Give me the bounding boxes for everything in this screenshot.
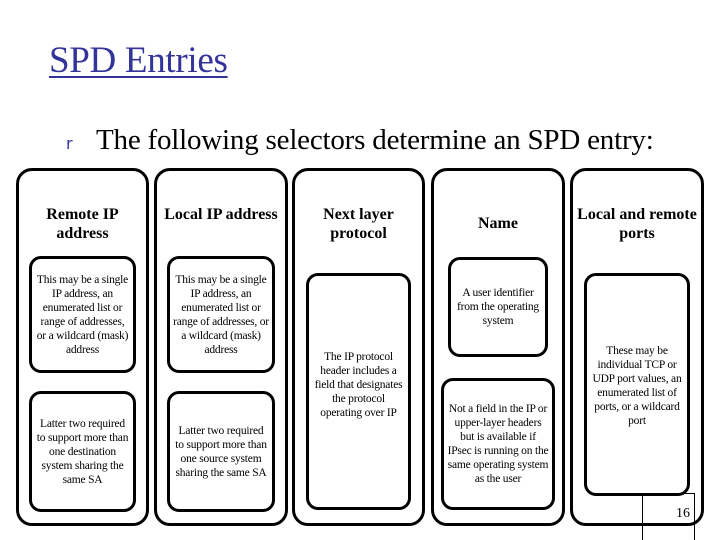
note-box: The IP protocol header includes a field … [306,273,411,510]
note-box: A user identifier from the operating sys… [448,257,548,357]
note-box: This may be a single IP address, an enum… [167,256,275,373]
column-heading: Remote IP address [46,206,119,242]
note-box: Latter two required to support more than… [167,391,275,512]
column-heading: Local and remote ports [577,206,697,242]
column-heading: Next layer protocol [323,206,394,242]
note-box: Not a field in the IP or upper-layer hea… [441,378,555,510]
note-box: Latter two required to support more than… [29,391,136,512]
selector-column-ports: Local and remote ports These may be indi… [570,168,704,526]
column-heading: Local IP address [164,206,278,223]
selector-column-local-ip: Local IP address This may be a single IP… [154,168,288,526]
note-box: This may be a single IP address, an enum… [29,256,136,373]
column-heading: Name [478,215,518,232]
selector-column-name: Name A user identifier from the operatin… [431,168,565,526]
page-number-box: 16 [642,493,695,540]
page-number: 16 [676,506,690,521]
slide-title: SPD Entries [49,40,228,81]
bullet-item: r The following selectors determine an S… [66,126,654,155]
bullet-text: The following selectors determine an SPD… [96,124,654,156]
selector-column-next-layer-protocol: Next layer protocol The IP protocol head… [292,168,425,526]
bullet-marker-icon: r [66,134,73,153]
note-box: These may be individual TCP or UDP port … [584,273,690,496]
selector-column-remote-ip: Remote IP address This may be a single I… [16,168,149,526]
